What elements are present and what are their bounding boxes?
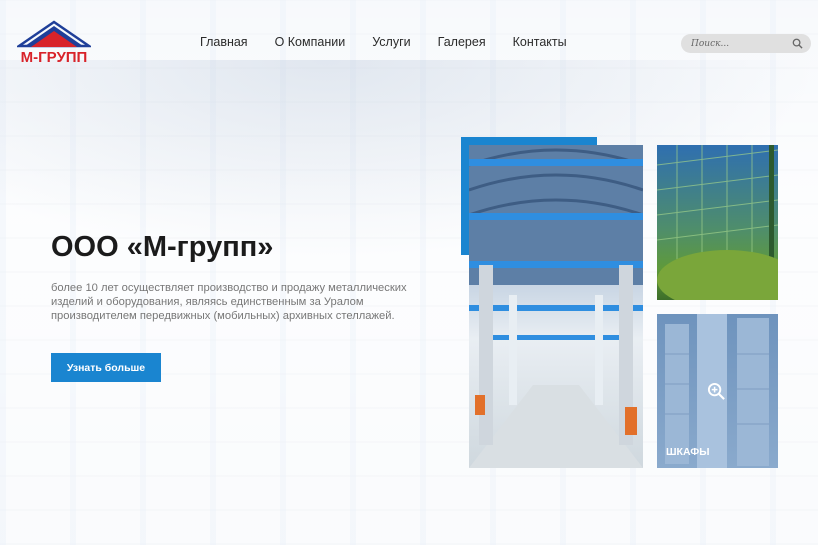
- learn-more-button[interactable]: Узнать больше: [51, 353, 161, 382]
- warehouse-photo: [469, 145, 643, 468]
- nav-item-contacts[interactable]: Контакты: [513, 35, 567, 49]
- shelves-label: ШКАФЫ: [666, 446, 710, 458]
- nav-item-gallery[interactable]: Галерея: [438, 35, 486, 49]
- search-input[interactable]: [691, 36, 791, 51]
- search-icon[interactable]: [792, 38, 803, 49]
- main-nav: Главная О Компании Услуги Галерея Контак…: [200, 35, 594, 49]
- logo-roof-icon: [14, 20, 94, 48]
- logo-text: М-ГРУПП: [20, 49, 88, 66]
- fence-image[interactable]: [657, 145, 778, 300]
- logo[interactable]: М-ГРУПП: [14, 18, 94, 68]
- fence-photo: [657, 145, 778, 300]
- nav-item-home[interactable]: Главная: [200, 35, 248, 49]
- nav-item-about[interactable]: О Компании: [275, 35, 346, 49]
- zoom-in-icon[interactable]: [707, 382, 726, 401]
- shelves-image[interactable]: ШКАФЫ: [657, 314, 778, 468]
- site-header: М-ГРУПП Главная О Компании Услуги Галере…: [0, 0, 818, 80]
- hero-description: более 10 лет осуществляет производство и…: [51, 282, 407, 322]
- search-box: [681, 34, 811, 53]
- nav-item-services[interactable]: Услуги: [372, 35, 410, 49]
- warehouse-image[interactable]: [469, 145, 643, 468]
- hero-title: ООО «М-групп»: [51, 231, 274, 263]
